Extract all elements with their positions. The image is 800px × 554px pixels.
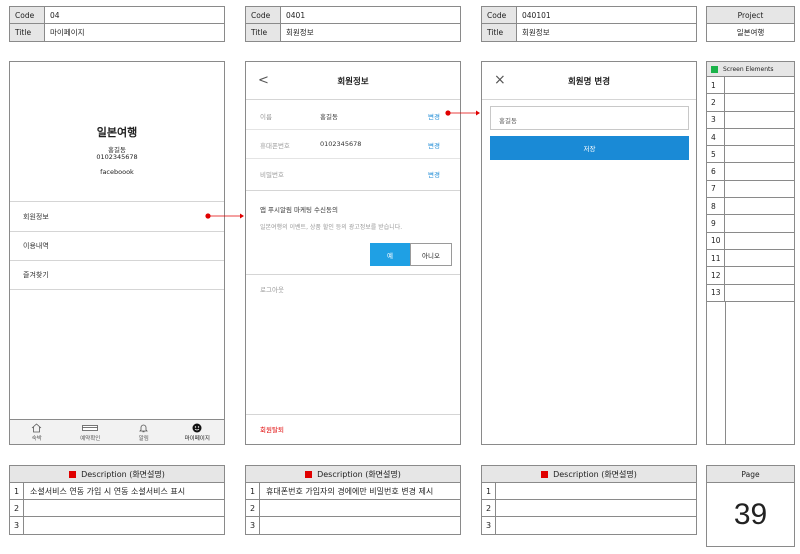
row-text: [24, 500, 224, 516]
description-row: 1: [482, 483, 696, 500]
row-text: 소셜서비스 연동 가입 시 연동 소셜서비스 표시: [30, 486, 186, 496]
description-row: 1 휴대폰번호 가입자의 경에에만 비밀번호 변경 제시: [246, 483, 460, 500]
page-number: 39: [733, 498, 768, 531]
red-square-icon: [69, 470, 77, 478]
description-row: 3: [482, 517, 696, 534]
description-box-2: Description (화면설명) 1 휴대폰번호 가입자의 경에에만 비밀번호…: [245, 465, 461, 535]
description-header: Description (화면설명): [10, 466, 224, 483]
red-square-icon: [541, 470, 549, 478]
row-text: [260, 517, 460, 534]
page-box: Page 39: [706, 465, 795, 547]
arrow-info-to-namechange: [445, 110, 480, 116]
description-title: Description (화면설명): [317, 469, 401, 479]
row-text: [24, 517, 224, 534]
description-header: Description (화면설명): [246, 466, 460, 483]
description-row: 3: [10, 517, 224, 534]
description-row: 2: [10, 500, 224, 517]
arrow-mypage-to-info: [205, 213, 244, 219]
row-text: 휴대폰번호 가입자의 경에에만 비밀번호 변경 제시: [266, 486, 434, 496]
row-text: [496, 517, 696, 534]
description-box-1: Description (화면설명) 1 소셜서비스 연동 가입 시 연동 소셜서…: [9, 465, 225, 535]
description-row: 1 소셜서비스 연동 가입 시 연동 소셜서비스 표시: [10, 483, 224, 500]
description-row: 3: [246, 517, 460, 534]
row-number: 3: [482, 517, 496, 534]
row-number: 2: [246, 500, 260, 516]
row-text: [496, 500, 696, 516]
description-row: 2: [482, 500, 696, 517]
row-text: [496, 483, 696, 499]
description-box-3: Description (화면설명) 1 2 3: [481, 465, 697, 535]
description-title: Description (화면설명): [553, 469, 637, 479]
row-text: [260, 500, 460, 516]
row-number: 2: [10, 500, 24, 516]
row-number: 3: [246, 517, 260, 534]
description-row: 2: [246, 500, 460, 517]
red-square-icon: [305, 470, 313, 478]
row-number: 1: [10, 483, 24, 499]
row-number: 2: [482, 500, 496, 516]
row-number: 1: [246, 483, 260, 499]
row-number: 3: [10, 517, 24, 534]
description-header: Description (화면설명): [482, 466, 696, 483]
description-title: Description (화면설명): [81, 469, 165, 479]
page-label: Page: [707, 466, 794, 483]
row-number: 1: [482, 483, 496, 499]
